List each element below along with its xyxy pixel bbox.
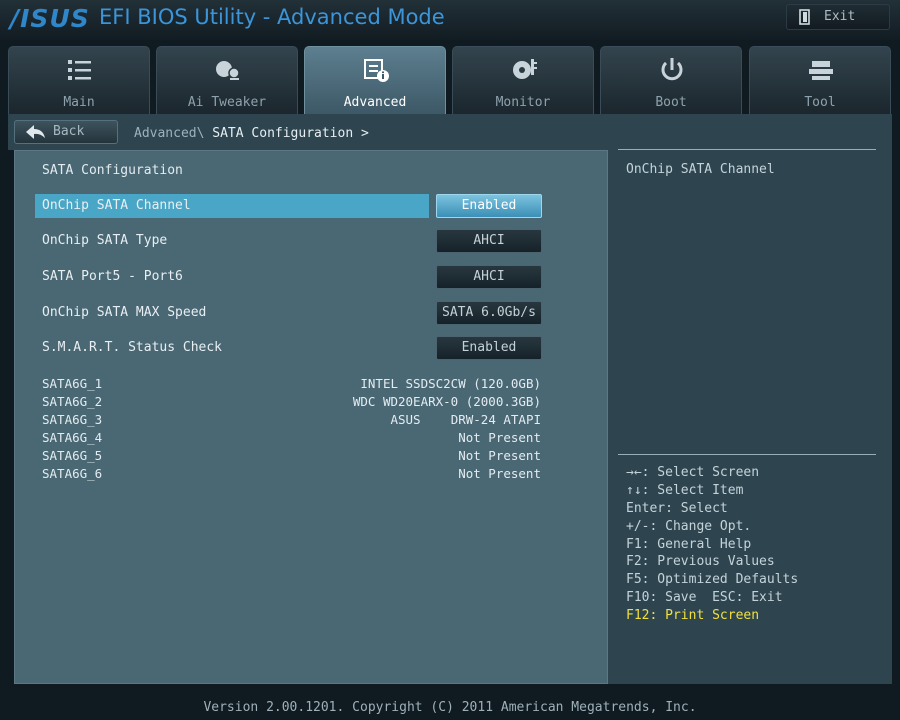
setting-onchip-sata-type[interactable]: OnChip SATA Type	[35, 229, 429, 253]
key-hint: F5: Optimized Defaults	[626, 572, 799, 587]
setting-sata-port5-port6[interactable]: SATA Port5 - Port6	[35, 265, 429, 289]
key-hint: F2: Previous Values	[626, 554, 775, 569]
tab-ai-tweaker[interactable]: Ai Tweaker	[156, 46, 298, 114]
tab-label: Advanced	[343, 95, 407, 110]
tab-main[interactable]: Main	[8, 46, 150, 114]
key-hint: +/-: Change Opt.	[626, 519, 752, 534]
device-port: SATA6G_2	[42, 394, 103, 409]
help-description: OnChip SATA Channel	[626, 162, 775, 177]
device-info: WDC WD20EARX-0 (2000.3GB)	[352, 394, 541, 409]
breadcrumb: Advanced\ SATA Configuration >	[134, 126, 369, 141]
exit-button[interactable]: Exit	[786, 4, 890, 30]
tweaker-icon	[216, 61, 240, 80]
title-bar: /ISUS EFI BIOS Utility - Advanced Mode E…	[0, 0, 900, 40]
help-panel: OnChip SATA Channel →←: Select Screen ↑↓…	[608, 149, 892, 684]
version-footer: Version 2.00.1201. Copyright (C) 2011 Am…	[0, 692, 900, 720]
breadcrumb-arrow: >	[361, 126, 369, 141]
exit-door-icon	[799, 9, 810, 25]
tab-tool[interactable]: Tool	[749, 46, 891, 114]
tab-boot[interactable]: Boot	[600, 46, 742, 114]
tab-label: Monitor	[495, 95, 551, 110]
value-onchip-sata-channel[interactable]: Enabled	[436, 194, 542, 218]
device-port: SATA6G_5	[42, 448, 103, 463]
section-title: SATA Configuration	[42, 163, 183, 178]
device-info: INTEL SSDSC2CW (120.0GB)	[360, 376, 541, 391]
settings-panel: SATA Configuration OnChip SATA Channel E…	[14, 150, 608, 684]
tab-label: Ai Tweaker	[187, 95, 267, 110]
device-port: SATA6G_1	[42, 376, 103, 391]
device-port: SATA6G_3	[42, 412, 103, 427]
key-hint: Enter: Select	[626, 501, 728, 516]
value-onchip-sata-max-speed[interactable]: SATA 6.0Gb/s	[436, 301, 542, 325]
advanced-icon	[364, 59, 389, 82]
breadcrumb-parent[interactable]: Advanced\	[134, 126, 204, 141]
main-tabs: Main Ai Tweaker Advanced Monitor Boot To…	[8, 46, 892, 114]
tab-label: Tool	[804, 95, 836, 110]
tab-label: Main	[63, 95, 95, 110]
setting-onchip-sata-channel[interactable]: OnChip SATA Channel	[35, 194, 429, 218]
tab-advanced[interactable]: Advanced	[304, 46, 446, 114]
navigation-bar: Back Advanced\ SATA Configuration >	[8, 114, 892, 150]
device-info: Not Present	[458, 448, 541, 463]
back-label: Back	[53, 124, 85, 139]
key-hint: F10: Save ESC: Exit	[626, 590, 783, 605]
device-port: SATA6G_6	[42, 466, 103, 481]
setting-smart-status-check[interactable]: S.M.A.R.T. Status Check	[35, 336, 429, 360]
tab-monitor[interactable]: Monitor	[452, 46, 594, 114]
device-info: ASUS DRW-24 ATAPI	[390, 412, 541, 427]
power-icon	[661, 58, 683, 81]
back-button[interactable]: Back	[14, 120, 118, 144]
key-hint: F1: General Help	[626, 537, 752, 552]
list-icon	[68, 60, 91, 80]
value-onchip-sata-type[interactable]: AHCI	[436, 229, 542, 253]
back-arrow-icon	[26, 125, 45, 139]
tool-icon	[809, 61, 833, 80]
device-info: Not Present	[458, 466, 541, 481]
device-info: Not Present	[458, 430, 541, 445]
asus-logo: /ISUS	[10, 4, 90, 33]
device-port: SATA6G_4	[42, 430, 103, 445]
key-hint: ↑↓: Select Item	[626, 483, 744, 498]
help-divider	[618, 454, 876, 455]
key-hint-print-screen: F12: Print Screen	[626, 608, 760, 623]
value-smart-status-check[interactable]: Enabled	[436, 336, 542, 360]
tab-label: Boot	[655, 95, 687, 110]
app-title: EFI BIOS Utility - Advanced Mode	[99, 5, 445, 29]
exit-label: Exit	[824, 9, 856, 24]
key-hint: →←: Select Screen	[626, 465, 760, 480]
value-sata-port5-port6[interactable]: AHCI	[436, 265, 542, 289]
help-divider	[618, 149, 876, 150]
breadcrumb-current: SATA Configuration	[212, 126, 354, 141]
setting-onchip-sata-max-speed[interactable]: OnChip SATA MAX Speed	[35, 301, 429, 325]
monitor-icon	[513, 59, 537, 79]
